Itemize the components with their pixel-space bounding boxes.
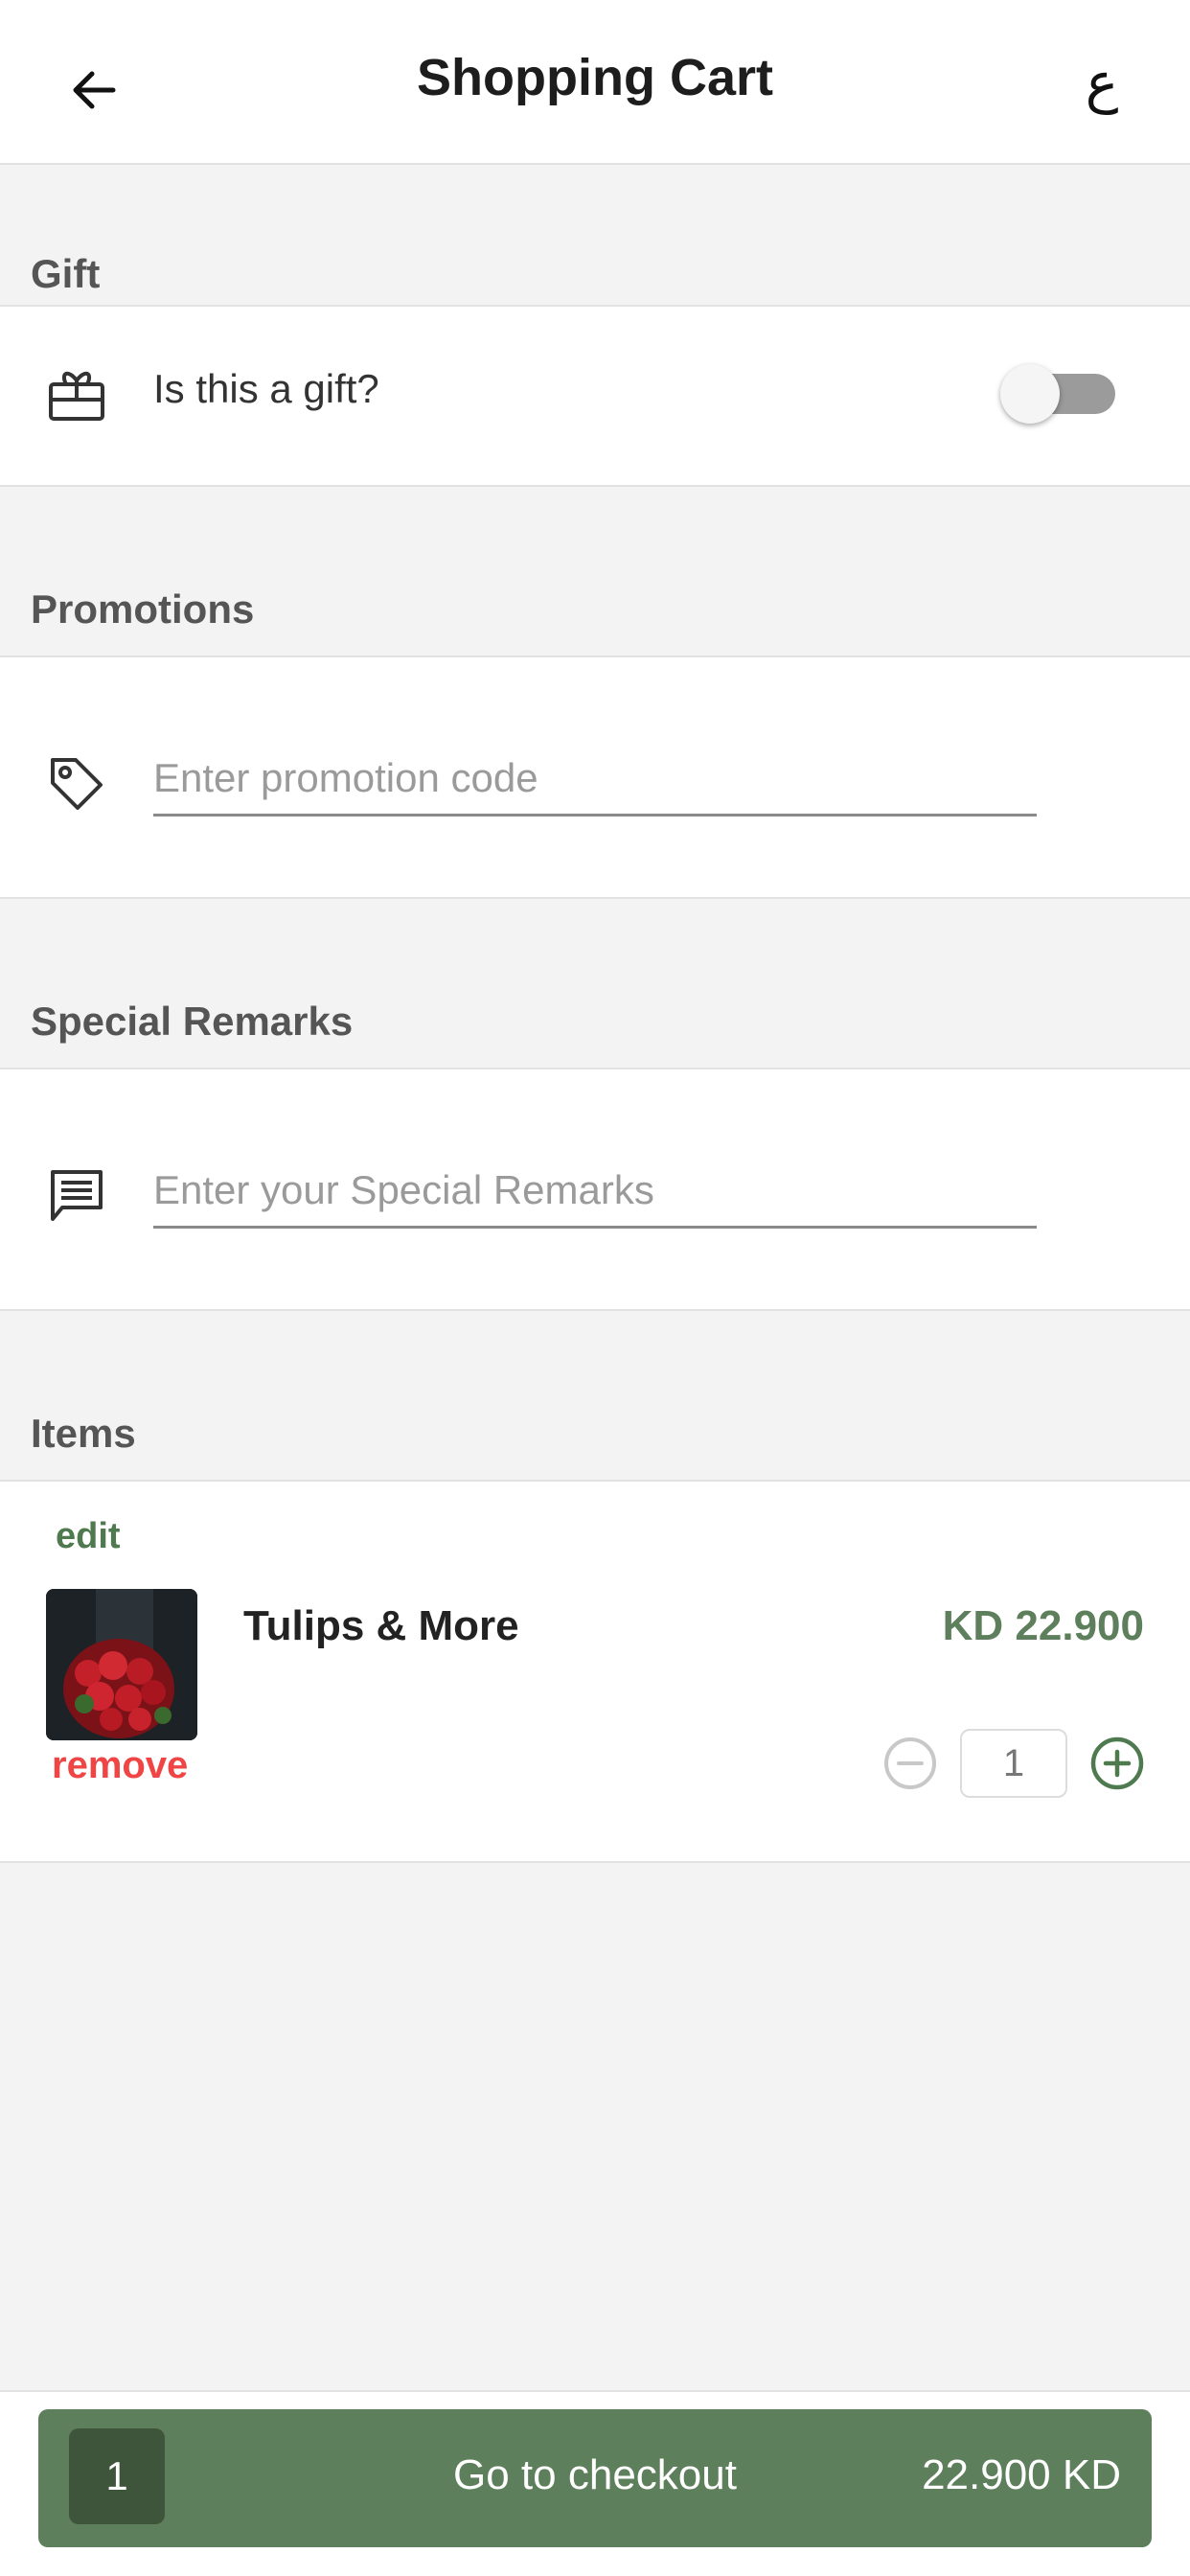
plus-circle-icon	[1090, 1736, 1144, 1790]
gift-question: Is this a gift?	[153, 366, 379, 411]
decrease-quantity-button[interactable]	[880, 1733, 941, 1794]
checkout-footer: 1 Go to checkout 22.900 KD	[0, 2390, 1190, 2576]
increase-quantity-button[interactable]	[1087, 1733, 1148, 1794]
special-remarks-input[interactable]	[153, 1154, 1037, 1229]
cart-item: edit remove Tulips & More KD 22.900 1	[0, 1480, 1190, 1863]
item-name: Tulips & More	[243, 1602, 519, 1649]
items-section-label: Items	[31, 1411, 136, 1456]
quantity-value[interactable]: 1	[960, 1729, 1067, 1798]
gift-card: Is this a gift?	[0, 305, 1190, 487]
toggle-knob	[1000, 364, 1060, 424]
item-price: KD 22.900	[942, 1602, 1144, 1649]
checkout-button[interactable]: 1 Go to checkout 22.900 KD	[38, 2409, 1152, 2547]
language-toggle-button[interactable]: ع	[1064, 44, 1140, 121]
page-title: Shopping Cart	[417, 49, 773, 106]
promotions-section-label: Promotions	[31, 586, 255, 632]
app-header: Shopping Cart ع	[0, 0, 1190, 165]
promotion-code-input[interactable]	[153, 742, 1037, 816]
remove-item-button[interactable]: remove	[52, 1744, 188, 1787]
message-icon	[42, 1162, 111, 1230]
promotions-card	[0, 656, 1190, 899]
edit-item-button[interactable]: edit	[56, 1516, 121, 1557]
remarks-card	[0, 1068, 1190, 1311]
tag-icon	[42, 749, 111, 818]
checkout-total: 22.900 KD	[922, 2451, 1121, 2498]
gift-section-label: Gift	[31, 251, 101, 296]
gift-card-icon	[42, 360, 111, 429]
item-thumbnail	[46, 1589, 197, 1740]
remarks-section-label: Special Remarks	[31, 999, 354, 1044]
minus-circle-icon	[884, 1737, 936, 1789]
gift-toggle[interactable]	[1000, 364, 1115, 424]
